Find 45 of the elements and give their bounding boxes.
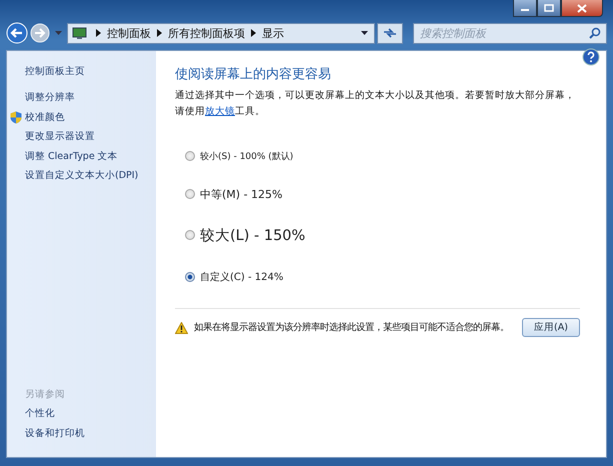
apply-button[interactable]: 应用(A) — [522, 318, 580, 337]
shield-icon — [10, 110, 22, 124]
sidebar-link[interactable]: 设置自定义文本大小(DPI) — [25, 166, 138, 186]
address-bar[interactable]: 控制面板 所有控制面板项 显示 — [67, 22, 375, 44]
close-icon — [577, 4, 587, 12]
dropdown-icon[interactable] — [361, 30, 368, 36]
description-text: 通过选择其中一个选项，可以更改屏幕上的文本大小以及其他项。若要暂时放大部分屏幕，请使用 放大镜工具。 — [175, 89, 576, 119]
refresh-button[interactable] — [377, 22, 403, 44]
option-label: 自定义(C) - 124% — [200, 270, 284, 284]
radio-button[interactable] — [185, 230, 195, 240]
warning-icon — [175, 322, 188, 334]
radio-button[interactable] — [185, 189, 195, 199]
forward-button[interactable] — [30, 23, 50, 43]
chevron-icon[interactable] — [251, 29, 256, 37]
page-heading: 使阅读屏幕上的内容更容易 — [175, 66, 332, 83]
radio-button[interactable] — [185, 272, 195, 282]
warning-text: 如果在将显示器设置为该分辨率时选择此设置，某些项目可能不适合您的屏幕。 — [194, 321, 509, 334]
sidebar-link[interactable]: 调整 ClearType 文本 — [25, 146, 118, 166]
sidebar-link[interactable]: 更改显示器设置 — [25, 127, 95, 147]
breadcrumb-item[interactable]: 控制面板 — [107, 26, 151, 40]
sidebar-link[interactable]: 控制面板主页 — [25, 62, 156, 82]
chevron-icon[interactable] — [96, 29, 101, 37]
breadcrumb-item[interactable]: 所有控制面板项 — [168, 26, 245, 40]
close-button[interactable] — [561, 0, 603, 17]
search-icon — [589, 26, 601, 38]
option-label: 较大(L) - 150% — [200, 226, 306, 244]
magnifier-link[interactable]: 放大镜 — [205, 106, 235, 117]
section-heading: 另请参阅 — [25, 388, 66, 402]
sidebar-link[interactable]: 设备和打印机 — [25, 424, 156, 443]
option-label: 较小(S) - 100% (默认) — [200, 150, 294, 162]
minimize-button[interactable] — [513, 0, 537, 17]
back-button[interactable] — [6, 22, 28, 44]
chevron-icon[interactable] — [157, 29, 162, 37]
maximize-icon — [544, 4, 554, 12]
maximize-button[interactable] — [537, 0, 561, 17]
option-label: 中等(M) - 125% — [200, 186, 282, 202]
search-field[interactable]: 搜索控制面板 — [413, 22, 607, 44]
sidebar-link[interactable]: 调整分辨率 — [25, 88, 75, 108]
refresh-icon — [383, 27, 397, 39]
monitor-icon — [72, 26, 88, 40]
help-icon[interactable] — [582, 48, 600, 66]
sidebar-link[interactable]: 校准颜色 — [25, 108, 65, 128]
sidebar-link[interactable]: 个性化 — [25, 404, 156, 424]
breadcrumb-item[interactable]: 显示 — [262, 26, 284, 40]
radio-button[interactable] — [185, 151, 195, 161]
